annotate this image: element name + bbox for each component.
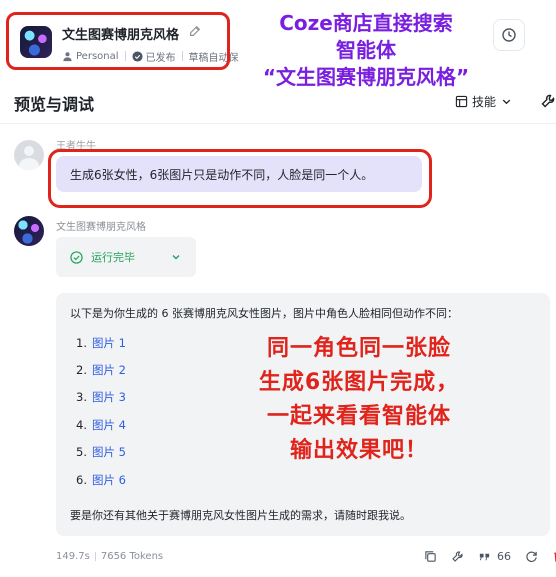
list-number: 4. [76, 417, 87, 432]
bot-reply-name: 文生图赛博朋克风格 [56, 222, 146, 233]
wrench-icon[interactable] [540, 93, 556, 109]
annotation-result-hint: 同一角色同一张脸 生成6张图片完成， 一起来看看智能体 输出效果吧！ [224, 332, 494, 468]
list-number: 6. [76, 472, 87, 487]
bot-header: 文生图赛博朋克风格 Personal 已发布 草稿自动保 Coze商店直接搜索 … [0, 0, 556, 89]
image-link[interactable]: 图片 4 [92, 417, 126, 433]
annotation-line: 智能体 [336, 38, 396, 62]
trash-icon[interactable] [552, 550, 556, 563]
check-circle-icon [70, 250, 83, 264]
preview-toolbar: 预览与调试 技能 [0, 80, 556, 124]
image-link[interactable]: 图片 6 [92, 472, 126, 488]
annotation-line: 一起来看看智能体 [266, 404, 451, 429]
image-link[interactable]: 图片 2 [92, 362, 126, 378]
list-item: 5. 图片 5 [76, 439, 126, 466]
chevron-down-icon [502, 99, 511, 105]
preview-title: 预览与调试 [14, 95, 95, 114]
list-item: 1. 图片 1 [76, 329, 126, 356]
duration-text: 149.7s [56, 551, 90, 562]
bot-reply-avatar [14, 216, 44, 246]
annotation-search-hint: Coze商店直接搜索 智能体 “文生图赛博朋克风格” [246, 10, 486, 91]
user-avatar [14, 140, 44, 170]
history-button[interactable] [493, 19, 525, 51]
skills-label: 技能 [472, 95, 497, 109]
highlight-frame-user-message [48, 149, 432, 208]
skills-icon [455, 95, 468, 108]
image-link[interactable]: 图片 1 [92, 335, 126, 351]
image-link-list: 1. 图片 1 2. 图片 2 3. 图片 3 4. 图片 4 5. 图片 5 6. 图片 … [76, 329, 126, 493]
token-count: 7656 Tokens [100, 551, 164, 562]
quote-icon[interactable] [478, 550, 491, 563]
refresh-icon[interactable] [525, 550, 538, 563]
image-link[interactable]: 图片 5 [92, 444, 126, 460]
list-number: 1. [76, 335, 87, 350]
image-link[interactable]: 图片 3 [92, 389, 126, 405]
stats-divider [94, 552, 96, 561]
response-stats: 149.7s 7656 Tokens [56, 551, 163, 562]
list-item: 2. 图片 2 [76, 356, 126, 383]
list-item: 4. 图片 4 [76, 411, 126, 438]
copy-icon[interactable] [424, 550, 437, 563]
annotation-line: 同一角色同一张脸 [266, 336, 451, 361]
chevron-down-icon[interactable] [170, 251, 182, 263]
highlight-frame-bot-title [6, 12, 230, 70]
action-count: 66 [497, 550, 511, 563]
message-actions: 66 [424, 550, 556, 563]
list-item: 3. 图片 3 [76, 384, 126, 411]
history-icon [502, 28, 516, 42]
answer-intro: 以下是为你生成的 6 张赛博朋克风女性图片，图片中角色人脸相同但动作不同： [70, 307, 458, 320]
wrench-icon[interactable] [451, 550, 464, 563]
annotation-line: 生成6张图片完成， [258, 370, 460, 395]
answer-outro: 要是你还有其他关于赛博朋克风女性图片生成的需求，请随时跟我说。 [70, 509, 411, 522]
list-item: 6. 图片 6 [76, 466, 126, 493]
list-number: 5. [76, 445, 87, 460]
skills-dropdown[interactable]: 技能 [455, 93, 513, 110]
list-number: 2. [76, 363, 87, 378]
annotation-line: Coze商店直接搜索 [279, 11, 453, 35]
annotation-line: 输出效果吧！ [289, 438, 428, 463]
list-number: 3. [76, 390, 87, 405]
run-status-label: 运行完毕 [91, 251, 135, 264]
